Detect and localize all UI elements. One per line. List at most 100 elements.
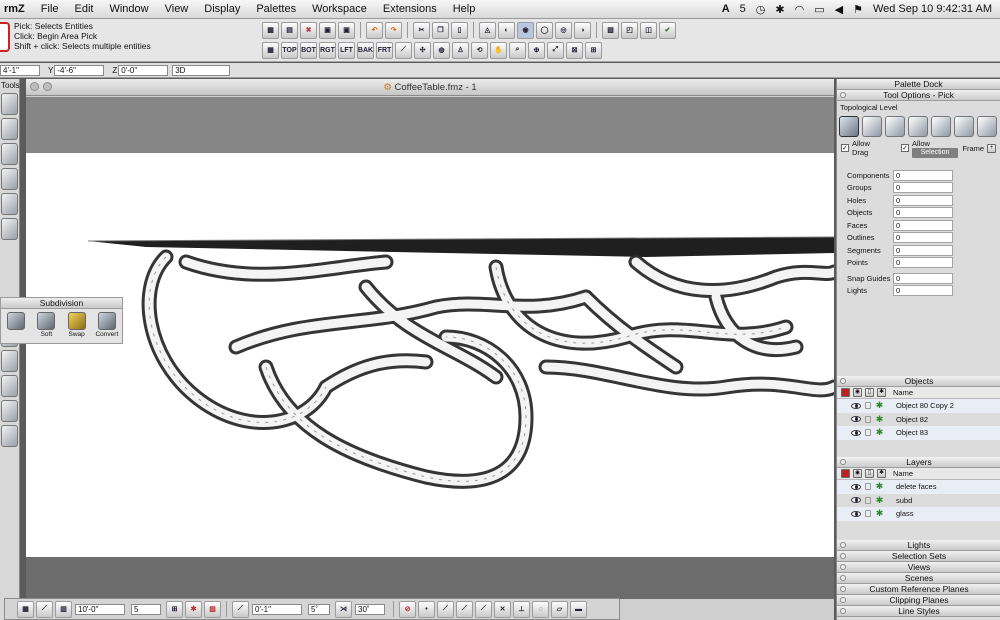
menu-workspace[interactable]: Workspace bbox=[304, 3, 375, 15]
intersection-snap-icon[interactable]: ✕ bbox=[494, 600, 511, 618]
z-coordinate-field[interactable]: 0'-0" bbox=[118, 64, 169, 76]
view-right-button[interactable]: RGT bbox=[319, 41, 336, 59]
palette-header[interactable]: Scenes bbox=[837, 573, 1000, 584]
object-level-icon[interactable] bbox=[839, 116, 859, 137]
boolean-tool-icon[interactable] bbox=[1, 193, 18, 215]
shaded-icon[interactable]: ◉ bbox=[517, 21, 534, 39]
deform-tool-icon[interactable] bbox=[1, 350, 18, 372]
menu-view[interactable]: View bbox=[157, 3, 197, 15]
collapse-icon[interactable] bbox=[840, 92, 846, 98]
display-icon[interactable]: ▧ bbox=[602, 21, 619, 39]
list-item[interactable]: ✱ Object 82 bbox=[837, 413, 1000, 427]
perpendicular-snap-icon[interactable]: ⊥ bbox=[513, 600, 530, 618]
coordinate-mode-select[interactable]: 3D bbox=[172, 64, 231, 76]
print-tool-icon[interactable] bbox=[1, 375, 18, 397]
snap-column-icon[interactable]: ✱ bbox=[877, 469, 886, 478]
face-snap-icon[interactable]: ▱ bbox=[551, 600, 568, 618]
collapse-icon[interactable] bbox=[840, 459, 846, 465]
menu-window[interactable]: Window bbox=[101, 3, 156, 15]
save-icon[interactable]: ▣ bbox=[319, 21, 336, 39]
view-back-button[interactable]: BAK bbox=[357, 41, 374, 59]
view-front-button[interactable]: FRT bbox=[376, 41, 393, 59]
eye-icon[interactable] bbox=[851, 510, 861, 517]
zoom-extents-icon[interactable]: ⤢ bbox=[547, 41, 564, 59]
new-doc-icon[interactable]: ▦ bbox=[262, 21, 279, 39]
swap-tool[interactable]: Swap bbox=[63, 312, 91, 338]
lock-column-icon[interactable]: ▯ bbox=[865, 388, 874, 397]
point-snap-icon[interactable]: • bbox=[418, 600, 435, 618]
component-level-icon[interactable] bbox=[977, 116, 997, 137]
shadow-icon[interactable]: ◑ bbox=[574, 21, 591, 39]
list-item[interactable]: ✱ subd bbox=[837, 494, 1000, 508]
collapse-icon[interactable] bbox=[840, 378, 846, 384]
collapse-icon[interactable] bbox=[840, 575, 846, 581]
redo-icon[interactable]: ↷ bbox=[385, 21, 402, 39]
snap-edit-icon[interactable]: ▨ bbox=[204, 600, 221, 618]
name-column-header[interactable]: Name bbox=[893, 388, 913, 397]
timemachine-icon[interactable]: ◷ bbox=[756, 3, 766, 16]
render-icon[interactable]: ◐ bbox=[498, 21, 515, 39]
orbit-icon[interactable]: ✣ bbox=[414, 41, 431, 59]
y-coordinate-field[interactable]: -4'-6" bbox=[54, 64, 105, 76]
snap-angle-icon[interactable]: ✱ bbox=[185, 600, 202, 618]
bluetooth-icon[interactable]: ✱ bbox=[775, 3, 784, 16]
render-column-icon[interactable] bbox=[841, 388, 850, 397]
paste-icon[interactable]: ▯ bbox=[451, 21, 468, 39]
menu-display[interactable]: Display bbox=[196, 3, 248, 15]
app-menu[interactable]: rmZ bbox=[0, 3, 33, 15]
snap-icon[interactable]: ✱ bbox=[875, 482, 884, 491]
lock-icon[interactable] bbox=[865, 415, 871, 423]
perspective-icon[interactable]: ◬ bbox=[479, 21, 496, 39]
flag-icon[interactable]: ⚑ bbox=[853, 3, 863, 16]
list-item[interactable]: ✱ Object 80 Copy 2 bbox=[837, 399, 1000, 413]
menu-file[interactable]: File bbox=[33, 3, 67, 15]
open-icon[interactable]: ▤ bbox=[281, 21, 298, 39]
grid-divisions-field[interactable]: 5 bbox=[131, 603, 161, 615]
snapshot-icon[interactable]: ◰ bbox=[621, 21, 638, 39]
snap-icon[interactable]: ✱ bbox=[875, 401, 884, 410]
polygon-tool-icon[interactable] bbox=[1, 118, 18, 140]
view-left-button[interactable]: LFT bbox=[338, 41, 355, 59]
snap-icon[interactable]: ✱ bbox=[875, 414, 884, 424]
zoom-icon[interactable]: ⌕ bbox=[509, 41, 526, 59]
lock-column-icon[interactable]: ▯ bbox=[865, 469, 874, 478]
convert-tool[interactable]: Convert bbox=[93, 312, 121, 338]
zoom-window-icon[interactable]: ⊞ bbox=[585, 41, 602, 59]
menu-palettes[interactable]: Palettes bbox=[248, 3, 304, 15]
line-tool-icon[interactable] bbox=[1, 93, 18, 115]
battery-icon[interactable]: ▭ bbox=[814, 3, 824, 16]
allow-copy-checkbox[interactable]: ✓ bbox=[901, 144, 910, 152]
soft-tool[interactable]: Soft bbox=[32, 312, 60, 338]
offset-field[interactable]: 0'-1" bbox=[252, 603, 302, 615]
collapse-icon[interactable] bbox=[840, 608, 846, 614]
modeling-viewport[interactable] bbox=[26, 97, 834, 557]
grid-icon[interactable]: ▦ bbox=[17, 600, 34, 618]
lock-icon[interactable] bbox=[865, 496, 871, 504]
zoom-selected-icon[interactable]: ⊠ bbox=[566, 41, 583, 59]
subdivision-tool-1[interactable] bbox=[2, 312, 30, 338]
visibility-column-icon[interactable]: ◉ bbox=[853, 469, 862, 478]
snap-plane-icon[interactable]: ▥ bbox=[55, 600, 72, 618]
adobe-icon[interactable]: A bbox=[722, 3, 730, 15]
collapse-icon[interactable] bbox=[840, 597, 846, 603]
snap-icon[interactable]: ⊞ bbox=[166, 600, 183, 618]
ruler-icon[interactable]: ⟋ bbox=[36, 600, 53, 618]
volume-icon[interactable]: ◀ bbox=[835, 3, 843, 16]
collapse-icon[interactable] bbox=[840, 586, 846, 592]
lock-icon[interactable] bbox=[865, 483, 871, 491]
layers-header[interactable]: Layers bbox=[837, 457, 1000, 468]
view-top-button[interactable]: TOP bbox=[281, 41, 298, 59]
lock-icon[interactable] bbox=[865, 429, 871, 437]
tool-options-header[interactable]: Tool Options - Pick bbox=[837, 90, 1000, 101]
copy-icon[interactable]: ❐ bbox=[432, 21, 449, 39]
cube-icon[interactable]: ◫ bbox=[640, 21, 657, 39]
window-close-button[interactable] bbox=[30, 82, 39, 91]
edge-level-icon[interactable] bbox=[885, 116, 905, 137]
walk-icon[interactable]: ♙ bbox=[452, 41, 469, 59]
menu-help[interactable]: Help bbox=[445, 3, 484, 15]
objects-header[interactable]: Objects bbox=[837, 376, 1000, 387]
name-column-header[interactable]: Name bbox=[893, 469, 913, 478]
collapse-icon[interactable] bbox=[840, 553, 846, 559]
palette-header[interactable]: Selection Sets bbox=[837, 551, 1000, 562]
list-item[interactable]: ✱ Object 83 bbox=[837, 426, 1000, 440]
